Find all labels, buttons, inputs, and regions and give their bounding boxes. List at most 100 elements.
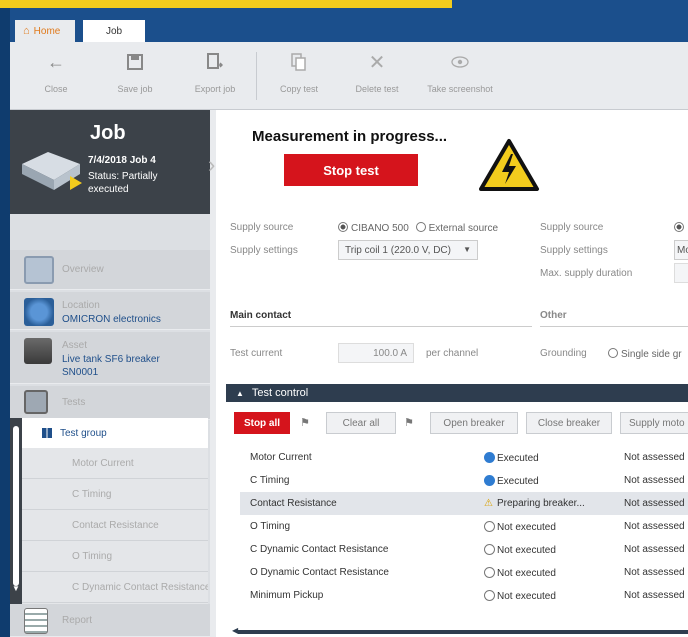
chevron-right-icon[interactable]: › [208,152,215,178]
take-screenshot-label: Take screenshot [427,84,493,94]
max-supply-duration-input[interactable] [674,263,688,283]
supply-settings-label-2: Supply settings [540,245,608,256]
test-current-input[interactable]: 100.0 A [338,343,414,363]
test-item-o-timing[interactable]: O Timing [22,541,208,572]
home-icon: ⌂ [23,25,30,37]
test-status: Executed [484,452,539,464]
test-status: Executed [484,475,539,487]
main-contact-heading: Main contact [230,310,292,321]
job-status: Status: Partially executed [88,171,158,195]
sidebar-item-overview[interactable]: Overview [10,250,210,290]
table-row-selected[interactable]: Contact Resistance ⚠ Preparing breaker...… [240,492,688,515]
radio-single-side[interactable] [608,348,618,358]
clear-all-label: Clear all [342,417,380,429]
copy-icon [291,42,307,82]
test-assessment: Not assessed [624,498,685,509]
sidebar-item-location[interactable]: Location OMICRON electronics [10,292,210,330]
test-name: O Timing [250,521,291,532]
stop-all-label: Stop all [243,417,281,429]
app-window: ⌂ Home Job ← Close Save job Export job C… [10,8,688,637]
sidebar-item-asset[interactable]: Asset Live tank SF6 breaker SN0001 [10,332,210,384]
flag-icon-2[interactable]: ⚑ [404,416,414,429]
arrow-left-icon: ← [47,51,65,72]
test-item-label: O Timing [72,550,113,562]
stop-all-button[interactable]: Stop all [234,412,290,434]
test-item-label: Motor Current [72,457,134,469]
ribbon-toolbar: ← Close Save job Export job Copy test ✕ … [10,42,688,110]
test-status: Not executed [484,521,556,533]
table-row[interactable]: Motor Current Executed Not assessed [240,446,688,469]
supply-motor-label: Supply moto [629,417,685,429]
supply-motor-button[interactable]: Supply moto [620,412,688,434]
trip-coil-value: Trip coil 1 (220.0 V, DC) [345,245,451,256]
table-row[interactable]: O Dynamic Contact Resistance Not execute… [240,561,688,584]
close-button-label: Close [44,84,68,94]
tests-navigation: Test group Motor Current C Timing Contac… [22,418,208,606]
table-row[interactable]: C Dynamic Contact Resistance Not execute… [240,538,688,561]
test-item-c-dynamic[interactable]: C Dynamic Contact Resistance [22,572,208,603]
delete-test-button[interactable]: ✕ Delete test [350,42,404,110]
test-control-header[interactable]: ▲ Test control [226,384,688,402]
grid-icon [42,428,52,438]
supply-settings-2-value: Mo [677,245,688,256]
copy-test-button[interactable]: Copy test [272,42,326,110]
chevron-down-icon: ▼ [463,245,471,254]
tab-job-label: Job [105,25,123,37]
table-row[interactable]: O Timing Not executed Not assessed [240,515,688,538]
test-current-label: Test current [230,348,283,359]
sidebar-item-asset-serial: SN0001 [62,367,99,378]
eye-icon [451,42,469,82]
max-supply-duration-label: Max. supply duration [540,268,633,279]
test-item-contact-resistance[interactable]: Contact Resistance [22,510,208,541]
test-item-label: C Dynamic Contact Resistance [72,581,208,593]
tab-bar: ⌂ Home Job [10,8,688,42]
table-row[interactable]: Minimum Pickup Not executed Not assessed [240,584,688,607]
scroll-down-icon[interactable]: ▼ [12,584,20,593]
other-heading: Other [540,310,567,321]
sidebar-item-report[interactable]: Report [10,604,210,637]
tab-home[interactable]: ⌂ Home [15,20,75,42]
sidebar-item-report-label: Report [62,615,93,626]
chevron-up-icon: ▲ [236,388,244,398]
tests-scrollbar[interactable] [13,426,19,586]
gauge-icon [24,390,48,414]
job-card[interactable]: Job 7/4/2018 Job 4 Status: Partially exe… [10,110,215,214]
ribbon-separator [256,52,257,100]
sidebar-item-tests-label: Tests [62,397,86,408]
radio-external[interactable] [415,222,426,232]
test-item-motor-current[interactable]: Motor Current [22,448,208,479]
supply-settings-dropdown-2[interactable]: Mo [674,240,688,260]
open-breaker-button[interactable]: Open breaker [430,412,518,434]
test-group-item[interactable]: Test group [22,418,208,448]
tab-job[interactable]: Job [83,20,145,42]
test-status: Not executed [484,567,556,579]
test-assessment: Not assessed [624,521,685,532]
grounding-label: Grounding [540,348,587,359]
flag-icon[interactable]: ⚑ [300,416,310,429]
export-job-button[interactable]: Export job [188,42,242,110]
close-button[interactable]: ← Close [32,42,80,110]
close-breaker-button[interactable]: Close breaker [526,412,612,434]
test-assessment: Not assessed [624,567,685,578]
supply-source-options: CIBANO 500 External source [338,222,498,234]
radio-external-label: External source [428,223,499,234]
radio-supply-source-2[interactable] [674,222,684,232]
grounding-option[interactable]: Single side gr [608,348,682,360]
test-item-c-timing[interactable]: C Timing [22,479,208,510]
radio-cibano[interactable] [338,222,348,232]
stop-test-button[interactable]: Stop test [284,154,418,186]
job-date: 7/4/2018 Job 4 [88,155,156,166]
sidebar-item-tests[interactable]: Tests [10,386,210,420]
job-folder-icon [22,152,82,190]
clear-all-button[interactable]: Clear all [326,412,396,434]
horizontal-scrollbar[interactable] [238,630,688,634]
background-window-edge [0,8,10,637]
single-side-label: Single side gr [621,349,682,360]
sidebar: Job 7/4/2018 Job 4 Status: Partially exe… [10,110,215,637]
save-job-button[interactable]: Save job [108,42,162,110]
take-screenshot-button[interactable]: Take screenshot [422,42,498,110]
trip-coil-dropdown[interactable]: Trip coil 1 (220.0 V, DC) ▼ [338,240,478,260]
executed-icon [484,452,495,463]
table-row[interactable]: C Timing Executed Not assessed [240,469,688,492]
test-assessment: Not assessed [624,475,685,486]
